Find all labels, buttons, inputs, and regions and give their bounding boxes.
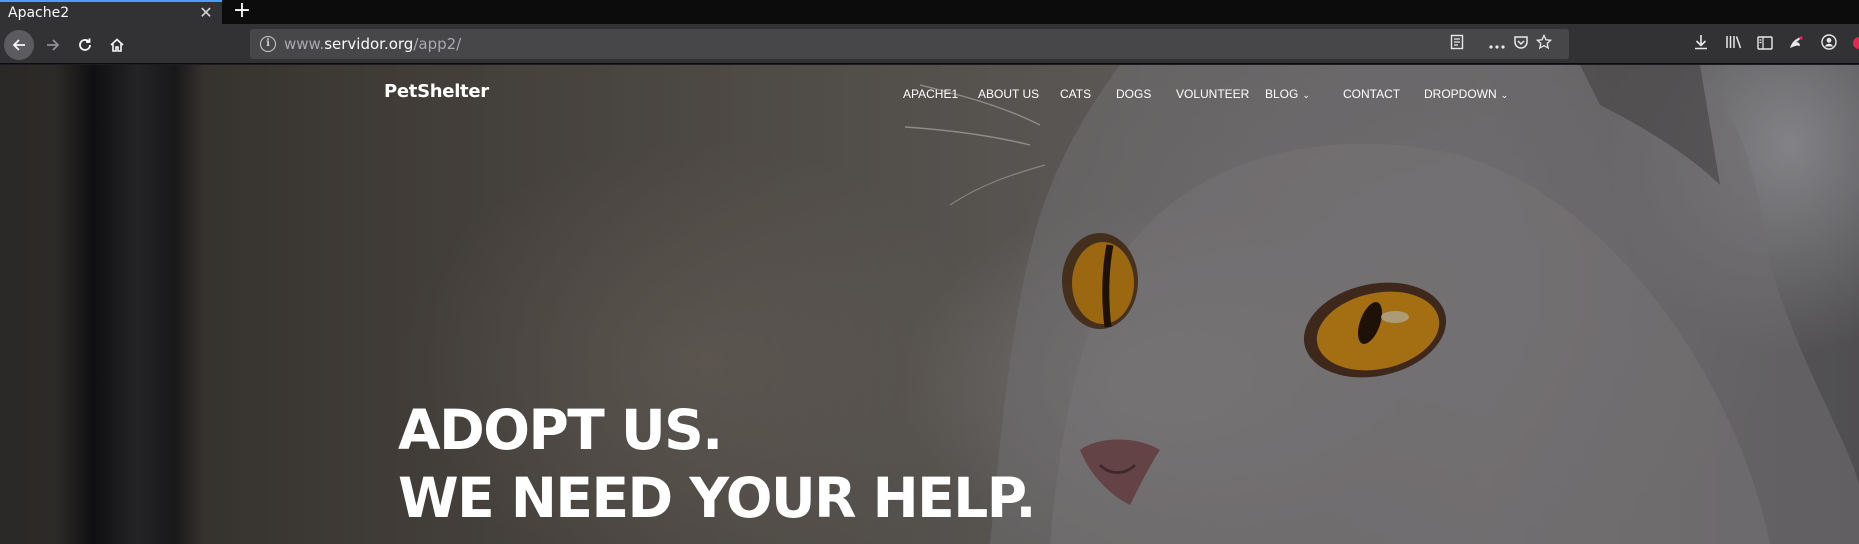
menu-item-dropdown-label: DROPDOWN bbox=[1424, 87, 1497, 101]
navigation-toolbar: i www.servidor.org/app2/ bbox=[0, 24, 1859, 64]
menu-item-blog[interactable]: BLOG ⌄ bbox=[1265, 87, 1310, 101]
hero-heading-line-1: ADOPT US. bbox=[398, 398, 723, 462]
menu-item-apache1[interactable]: APACHE1 bbox=[903, 87, 958, 101]
menu-item-about-us[interactable]: ABOUT US bbox=[978, 87, 1039, 101]
forward-button[interactable] bbox=[38, 30, 68, 60]
menu-item-contact[interactable]: CONTACT bbox=[1343, 87, 1400, 101]
tab-title: Apache2 bbox=[8, 5, 70, 21]
account-icon[interactable] bbox=[1818, 34, 1840, 56]
tab-active[interactable]: Apache2 ✕ bbox=[0, 0, 222, 24]
url-prefix: www. bbox=[284, 35, 325, 53]
more-actions-icon[interactable] bbox=[1487, 34, 1507, 54]
url-host: servidor.org bbox=[324, 35, 414, 53]
menu-item-dogs[interactable]: DOGS bbox=[1116, 87, 1151, 101]
hero-heading-line-2: WE NEED YOUR HELP. bbox=[398, 466, 1036, 530]
overflow-menu-icon[interactable] bbox=[1848, 34, 1859, 56]
forward-arrow-icon bbox=[47, 39, 60, 51]
pocket-icon[interactable] bbox=[1511, 34, 1531, 54]
close-icon[interactable]: ✕ bbox=[198, 4, 214, 22]
back-button[interactable] bbox=[4, 30, 34, 60]
new-tab-button[interactable]: + bbox=[230, 0, 254, 24]
sidebar-icon[interactable] bbox=[1754, 34, 1776, 56]
url-bar[interactable]: i www.servidor.org/app2/ bbox=[250, 29, 1569, 59]
menu-item-volunteer[interactable]: VOLUNTEER bbox=[1176, 87, 1249, 101]
menu-item-cats[interactable]: CATS bbox=[1060, 87, 1091, 101]
chevron-down-icon: ⌄ bbox=[1302, 90, 1310, 100]
home-button[interactable] bbox=[102, 30, 132, 60]
url-path: /app2/ bbox=[413, 35, 462, 53]
reload-button[interactable] bbox=[70, 30, 100, 60]
reader-view-icon[interactable] bbox=[1447, 34, 1467, 54]
site-header: PetShelter APACHE1 ABOUT US CATS DOGS VO… bbox=[0, 65, 1859, 125]
download-icon[interactable] bbox=[1690, 34, 1712, 56]
library-icon[interactable] bbox=[1723, 34, 1745, 56]
menu-item-blog-label: BLOG bbox=[1265, 87, 1299, 101]
reload-icon bbox=[79, 38, 91, 51]
chevron-down-icon: ⌄ bbox=[1500, 90, 1509, 100]
extension-icon[interactable] bbox=[1785, 34, 1807, 56]
bookmark-star-icon[interactable] bbox=[1534, 33, 1554, 54]
info-icon[interactable]: i bbox=[260, 36, 276, 52]
back-arrow-icon bbox=[12, 39, 25, 51]
main-menu: APACHE1 ABOUT US CATS DOGS VOLUNTEER BLO… bbox=[0, 87, 1859, 107]
web-page: PetShelter APACHE1 ABOUT US CATS DOGS VO… bbox=[0, 65, 1859, 544]
tab-strip: Apache2 ✕ + bbox=[0, 0, 1859, 24]
home-icon bbox=[110, 38, 124, 52]
url-text[interactable]: www.servidor.org/app2/ bbox=[284, 35, 461, 53]
menu-item-dropdown[interactable]: DROPDOWN ⌄ bbox=[1424, 87, 1508, 101]
